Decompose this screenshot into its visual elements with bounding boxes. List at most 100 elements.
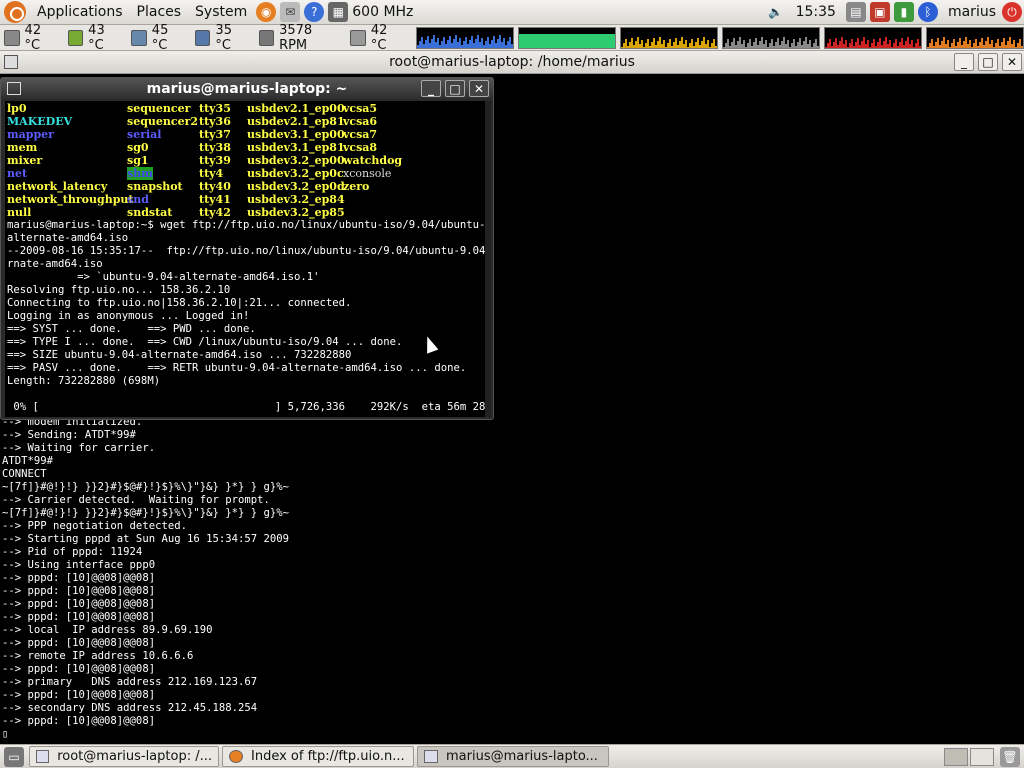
ls-entry: tty36 (199, 115, 231, 128)
ls-entry: usbdev3.2_ep0c (247, 167, 344, 180)
update-icon[interactable]: ▣ (869, 2, 890, 22)
ls-row: lp0 sequencer tty35 usbdev2.1_ep00 vcsa5 (7, 102, 423, 115)
window-menu-icon[interactable] (7, 82, 21, 95)
wget-output: marius@marius-laptop:~$ wget ftp://ftp.u… (7, 219, 491, 414)
terminal-line: --> remote IP address 10.6.6.6 (2, 650, 194, 662)
mail-icon[interactable]: ✉ (280, 2, 301, 22)
network-icon[interactable]: ▤ (845, 2, 866, 22)
menu-places[interactable]: Places (130, 4, 189, 20)
sensor-value: 45 °C (151, 22, 169, 53)
terminal-line: Length: 732282880 (698M) (7, 375, 161, 387)
ls-entry: null (7, 206, 32, 219)
disk-graph[interactable] (925, 26, 1024, 49)
sensor-value: 42 °C (24, 22, 42, 53)
chip-icon (194, 29, 211, 46)
cpu-freq-label: 600 MHz (352, 4, 414, 20)
terminal-line: marius@marius-laptop:~$ wget ftp://ftp.u… (7, 219, 491, 231)
terminal-line: Connecting to ftp.uio.no|158.36.2.10|:21… (7, 297, 352, 309)
workspace-2[interactable] (970, 747, 994, 766)
sensor-item[interactable]: 3578 RPM (255, 23, 347, 53)
user-terminal-title: marius@marius-laptop: ~ (146, 80, 348, 97)
user-terminal-body[interactable]: lp0 sequencer tty35 usbdev2.1_ep00 vcsa5 MAKE… (5, 101, 491, 417)
clock[interactable]: 15:35 (788, 4, 844, 20)
taskbar-item-root-terminal[interactable]: root@marius-laptop: /... (29, 746, 219, 767)
ls-entry: snapshot (127, 180, 183, 193)
workspace-switcher[interactable] (944, 747, 994, 766)
terminal-line: --> pppd: [10]@@08]@@08] (2, 611, 156, 623)
terminal-line: => `ubuntu-9.04-alternate-amd64.iso.1' (7, 271, 320, 283)
taskbar-label: marius@marius-lapto... (446, 749, 598, 764)
terminal-line: --> Starting pppd at Sun Aug 16 15:34:57… (2, 533, 290, 545)
ls-listing: lp0 sequencer tty35 usbdev2.1_ep00 vcsa5 MAKE… (7, 102, 423, 219)
terminal-icon (36, 750, 50, 763)
ls-entry: net (7, 167, 28, 180)
bluetooth-icon[interactable]: ᛒ (917, 2, 938, 22)
chip-icon (131, 29, 147, 46)
ls-entry: usbdev2.1_ep81 (247, 115, 345, 128)
bottom-panel: ▭ root@marius-laptop: /... Index of ftp:… (0, 744, 1024, 768)
terminal-line: --> secondary DNS address 212.45.188.254 (2, 702, 258, 714)
workspace-1[interactable] (944, 747, 968, 766)
power-icon[interactable]: ⏻ (1002, 2, 1022, 22)
close-button[interactable]: ✕ (469, 80, 489, 97)
swap-graph[interactable] (721, 26, 820, 49)
ls-entry: tty37 (199, 128, 231, 141)
user-terminal-window[interactable]: marius@marius-laptop: ~ _ □ ✕ lp0 sequenc… (0, 77, 494, 420)
sensor-item[interactable]: 42 °C (0, 22, 64, 53)
minimize-button[interactable]: _ (421, 80, 441, 97)
ls-entry: vcsa8 (343, 141, 378, 154)
minimize-button[interactable]: _ (954, 53, 974, 71)
terminal-scrollbar[interactable] (485, 101, 491, 417)
terminal-line: CONNECT (2, 468, 47, 480)
ls-entry: mixer (7, 154, 43, 167)
system-monitor-graphs[interactable] (415, 26, 1024, 49)
root-terminal-output[interactable]: --> modem initialized. --> Sending: ATDT*… (2, 416, 1022, 741)
cpu-graph[interactable] (415, 26, 514, 49)
root-terminal-titlebar[interactable]: root@marius-laptop: /home/marius _ □ ✕ (0, 51, 1024, 74)
show-desktop-icon[interactable]: ▭ (4, 746, 24, 767)
ls-entry: usbdev3.1_ep00 (247, 128, 345, 141)
help-icon[interactable]: ? (304, 2, 325, 22)
memory-graph[interactable] (517, 26, 616, 49)
terminal-line: --2009-08-16 15:35:17-- ftp://ftp.uio.no… (7, 245, 491, 257)
ls-row: MAKEDEV sequencer2 tty36 usbdev2.1_ep81 vcsa… (7, 115, 423, 128)
cpu-freq-icon[interactable]: ▦ (328, 2, 349, 22)
menu-system[interactable]: System (188, 4, 254, 20)
terminal-line: --> pppd: [10]@@08]@@08] (2, 598, 156, 610)
network-graph[interactable] (619, 26, 718, 49)
close-button[interactable]: ✕ (1002, 53, 1022, 71)
firefox-icon[interactable]: ◉ (256, 2, 277, 22)
terminal-line: --> primary DNS address 212.169.123.67 (2, 676, 258, 688)
maximize-button[interactable]: □ (445, 80, 465, 97)
ls-row: network_latency snapshot tty40 usbdev3.2_ep… (7, 180, 423, 193)
taskbar-item-user-terminal[interactable]: marius@marius-lapto... (417, 746, 609, 767)
sensor-item[interactable]: 45 °C (127, 22, 191, 53)
window-menu-icon[interactable] (4, 55, 18, 69)
maximize-button[interactable]: □ (978, 53, 998, 71)
terminal-line: Logging in as anonymous ... Logged in! (7, 310, 250, 322)
ls-entry: sg1 (127, 154, 149, 167)
sensor-item[interactable]: 43 °C (64, 22, 128, 53)
terminal-line: --> Waiting for carrier. (2, 442, 156, 454)
ls-entry: serial (127, 128, 162, 141)
sensor-item[interactable]: 35 °C (191, 23, 255, 53)
terminal-line: Resolving ftp.uio.no... 158.36.2.10 (7, 284, 231, 296)
terminal-line: ~[7f]}#@!}!} }}2}#}$@#}!}$}%\}"}&} }*} }… (2, 507, 290, 519)
sensor-value: 43 °C (88, 22, 105, 53)
top-panel: Applications Places System ◉ ✉ ? ▦ 600 M… (0, 0, 1024, 25)
load-graph[interactable] (823, 26, 922, 49)
volume-icon[interactable]: 🔈 (766, 2, 786, 22)
firefox-icon (229, 750, 243, 763)
user-name[interactable]: marius (940, 4, 1000, 20)
trash-icon[interactable]: 🗑 (1000, 746, 1020, 767)
terminal-line: alternate-amd64.iso (7, 232, 129, 244)
ubuntu-logo-icon[interactable] (4, 1, 26, 23)
terminal-line: --> Pid of pppd: 11924 (2, 546, 143, 558)
ls-entry: lp0 (7, 102, 27, 115)
terminal-line: --> PPP negotiation detected. (2, 520, 187, 532)
user-terminal-titlebar[interactable]: marius@marius-laptop: ~ _ □ ✕ (1, 78, 493, 99)
menu-applications[interactable]: Applications (30, 4, 130, 20)
sensor-item[interactable]: 42 °C (346, 23, 410, 53)
battery-icon[interactable]: ▮ (893, 2, 914, 22)
taskbar-item-firefox[interactable]: Index of ftp://ftp.uio.n... (222, 746, 414, 767)
